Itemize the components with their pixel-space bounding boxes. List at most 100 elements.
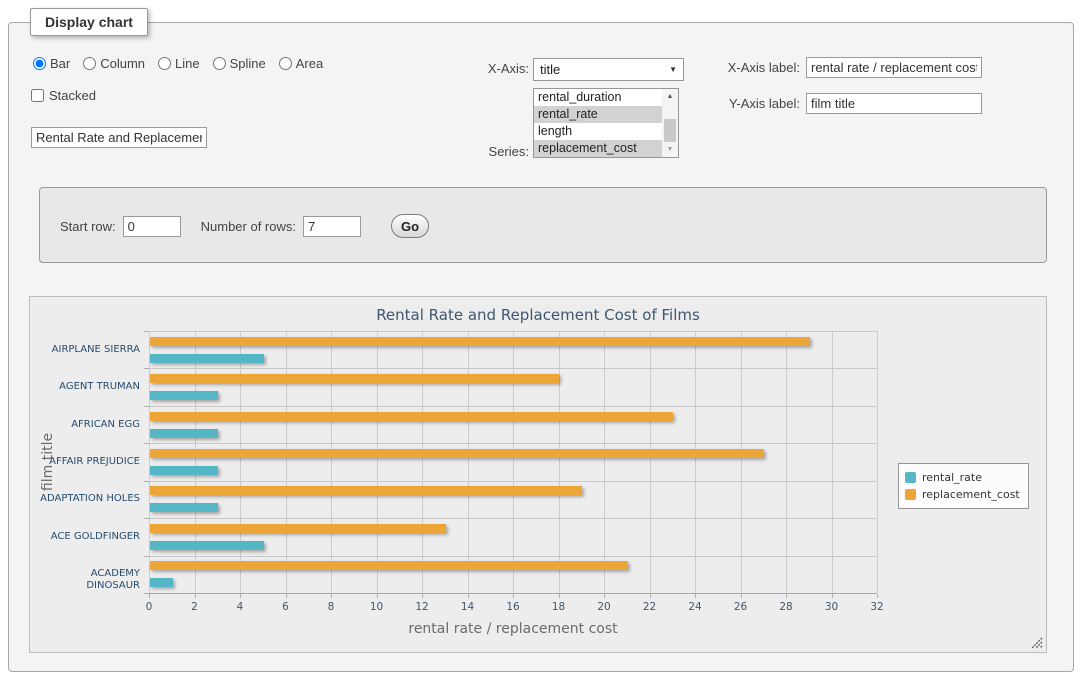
chart-type-option-area[interactable]: Area <box>279 56 323 71</box>
gridline-vertical <box>240 331 241 593</box>
page: Display chart Bar Column Line Spline Area St… <box>0 0 1081 681</box>
gridline-vertical <box>468 331 469 593</box>
scrollbar-thumb[interactable] <box>664 119 676 143</box>
series-listbox[interactable]: rental_durationrental_ratelengthreplacem… <box>533 88 679 158</box>
bar-rental_rate-adaptation-holes[interactable] <box>150 503 218 512</box>
x-axis-tick <box>422 594 423 598</box>
x-axis-tick <box>741 594 742 598</box>
bar-replacement_cost-african-egg[interactable] <box>150 412 673 421</box>
chart-type-radio-line[interactable] <box>158 57 171 70</box>
series-option-rental_duration[interactable]: rental_duration <box>534 89 662 106</box>
series-scrollbar[interactable]: ▲ ▼ <box>662 89 678 157</box>
chart-title: Rental Rate and Replacement Cost of Film… <box>30 306 1046 324</box>
x-tick-label: 10 <box>360 601 394 613</box>
gridline-horizontal <box>149 331 877 332</box>
x-axis-tick <box>559 594 560 598</box>
scroll-down-icon[interactable]: ▼ <box>662 142 678 157</box>
chart-type-options: Bar Column Line Spline Area <box>33 56 336 71</box>
chart-type-option-line[interactable]: Line <box>158 56 200 71</box>
y-axis-tick <box>144 556 149 557</box>
x-axis-label-input[interactable] <box>806 57 982 78</box>
chart-type-label: Area <box>296 56 323 71</box>
bar-replacement_cost-academy-dinosaur[interactable] <box>150 561 628 570</box>
chart-type-option-spline[interactable]: Spline <box>213 56 266 71</box>
gridline-vertical <box>559 331 560 593</box>
y-axis-tick <box>144 443 149 444</box>
resize-grip-icon[interactable] <box>1030 636 1043 649</box>
bar-rental_rate-affair-prejudice[interactable] <box>150 466 218 475</box>
gridline-vertical <box>195 331 196 593</box>
chart-type-radio-area[interactable] <box>279 57 292 70</box>
chart-type-label: Column <box>100 56 145 71</box>
x-tick-label: 28 <box>769 601 803 613</box>
gridline-vertical <box>604 331 605 593</box>
chart-type-radio-column[interactable] <box>83 57 96 70</box>
bar-rental_rate-african-egg[interactable] <box>150 429 218 438</box>
series-option-length[interactable]: length <box>534 123 662 140</box>
panel-title: Display chart <box>45 14 133 30</box>
y-axis-tick <box>144 368 149 369</box>
bar-replacement_cost-agent-truman[interactable] <box>150 374 559 383</box>
series-select-label: Series: <box>459 144 529 160</box>
x-axis-tick <box>149 594 150 598</box>
bar-replacement_cost-adaptation-holes[interactable] <box>150 486 582 495</box>
bar-replacement_cost-affair-prejudice[interactable] <box>150 449 764 458</box>
x-axis-select[interactable]: title ▼ <box>533 58 684 81</box>
chart-type-option-bar[interactable]: Bar <box>33 56 70 71</box>
bar-replacement_cost-airplane-sierra[interactable] <box>150 337 810 346</box>
x-tick-label: 32 <box>860 601 894 613</box>
y-axis-tick <box>144 406 149 407</box>
start-row-input[interactable] <box>123 216 181 237</box>
chart-type-label: Bar <box>50 56 70 71</box>
series-options: rental_durationrental_ratelengthreplacem… <box>534 89 662 157</box>
gridline-horizontal <box>149 443 877 444</box>
x-axis-tick <box>377 594 378 598</box>
series-option-replacement_cost[interactable]: replacement_cost <box>534 140 662 157</box>
gridline-vertical <box>331 331 332 593</box>
x-axis-tick <box>604 594 605 598</box>
bar-rental_rate-airplane-sierra[interactable] <box>150 354 264 363</box>
bar-rental_rate-ace-goldfinger[interactable] <box>150 541 264 550</box>
x-axis-tick <box>286 594 287 598</box>
scroll-up-icon[interactable]: ▲ <box>662 89 678 104</box>
chart-type-label: Line <box>175 56 200 71</box>
gridline-horizontal <box>149 556 877 557</box>
x-axis-tick <box>877 594 878 598</box>
x-axis-tick <box>468 594 469 598</box>
bar-replacement_cost-ace-goldfinger[interactable] <box>150 524 446 533</box>
row-controls: Start row: Number of rows: Go <box>60 214 429 238</box>
gridline-vertical <box>877 331 878 593</box>
gridline-horizontal <box>149 481 877 482</box>
series-option-rental_rate[interactable]: rental_rate <box>534 106 662 123</box>
gridline-horizontal <box>149 406 877 407</box>
chart-type-radio-bar[interactable] <box>33 57 46 70</box>
stacked-checkbox[interactable] <box>31 89 44 102</box>
chart-title-input[interactable] <box>31 127 207 148</box>
legend-item-rental_rate[interactable]: rental_rate <box>905 469 1020 486</box>
x-tick-label: 14 <box>451 601 485 613</box>
chart-panel: Rental Rate and Replacement Cost of Film… <box>29 296 1047 653</box>
legend-item-replacement_cost[interactable]: replacement_cost <box>905 486 1020 503</box>
x-axis-tick <box>786 594 787 598</box>
gridline-vertical <box>377 331 378 593</box>
chart-type-option-column[interactable]: Column <box>83 56 145 71</box>
x-axis-tick <box>832 594 833 598</box>
y-axis-tick <box>144 518 149 519</box>
y-axis-tick <box>144 481 149 482</box>
x-tick-label: 20 <box>587 601 621 613</box>
x-axis-title: rental rate / replacement cost <box>149 621 877 637</box>
bar-rental_rate-academy-dinosaur[interactable] <box>150 578 173 587</box>
y-axis-label-input[interactable] <box>806 93 982 114</box>
y-axis-tick <box>144 331 149 332</box>
chart-type-radio-spline[interactable] <box>213 57 226 70</box>
x-tick-label: 2 <box>178 601 212 613</box>
bar-rental_rate-agent-truman[interactable] <box>150 391 218 400</box>
x-axis-selected-value: title <box>540 62 560 77</box>
go-button[interactable]: Go <box>391 214 429 238</box>
x-axis-line <box>149 593 877 594</box>
row-controls-panel: Start row: Number of rows: Go <box>39 187 1047 263</box>
stacked-checkbox-row[interactable]: Stacked <box>31 88 96 103</box>
gridline-vertical <box>422 331 423 593</box>
x-axis-tick <box>650 594 651 598</box>
num-rows-input[interactable] <box>303 216 361 237</box>
